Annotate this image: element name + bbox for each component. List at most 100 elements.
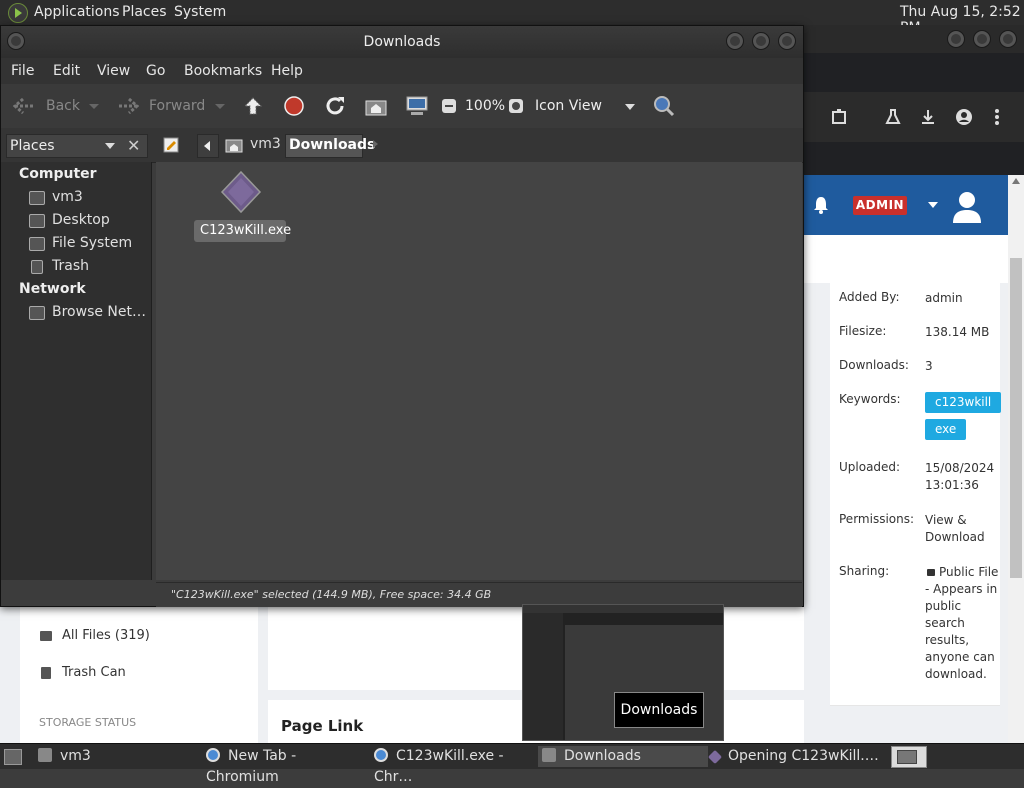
sidebar-card: All Files (319) Trash Can STORAGE STATUS (20, 605, 258, 745)
taskbar-item-label: Downloads (564, 748, 641, 764)
trash-icon (41, 667, 51, 679)
sidebar-heading-computer: Computer (19, 166, 97, 182)
labs-flask-icon[interactable] (884, 108, 902, 126)
up-arrow-icon[interactable] (243, 96, 263, 116)
places-sidebar: Computer vm3 Desktop File System Trash N… (1, 162, 152, 580)
scroll-up-icon[interactable] (1012, 178, 1020, 184)
info-row-uploaded: Uploaded: 15/08/2024 13:01:36 (830, 451, 1000, 504)
home-folder-icon (29, 191, 45, 205)
path-forward-icon[interactable] (373, 140, 378, 148)
admin-badge[interactable]: ADMIN (853, 196, 907, 215)
preview-tooltip: Downloads (614, 692, 704, 728)
path-segment-label: Downloads (289, 137, 376, 153)
sidebar-heading-network: Network (19, 281, 86, 297)
zoom-in-icon[interactable] (508, 98, 524, 114)
taskbar-item-vm3[interactable]: vm3 (38, 746, 198, 767)
exe-file-icon (707, 749, 723, 765)
sidebar-item-browse-network[interactable]: Browse Net… (29, 304, 147, 320)
download-icon[interactable] (919, 108, 937, 126)
applications-menu[interactable]: Applications (34, 4, 120, 20)
drive-icon (29, 237, 45, 251)
search-icon[interactable] (653, 95, 675, 117)
preview-sidebar (523, 613, 563, 740)
file-name: C123wKill.exe (200, 223, 292, 238)
forward-button[interactable]: Forward (113, 92, 228, 120)
preview-titlebar (523, 605, 723, 613)
minimize-icon[interactable] (726, 32, 744, 50)
home-folder-icon (225, 139, 243, 153)
sidebar-item-label: vm3 (52, 189, 83, 205)
info-label: Added By: (839, 290, 900, 304)
chevron-down-icon (625, 104, 635, 110)
sidebar-item-desktop[interactable]: Desktop (29, 212, 110, 228)
zoom-level: 100% (465, 98, 506, 114)
window-titlebar[interactable]: Downloads (1, 26, 803, 58)
more-menu-icon[interactable] (994, 108, 1000, 126)
stop-icon[interactable] (283, 95, 305, 117)
home-folder-icon[interactable] (365, 96, 387, 116)
maximize-icon[interactable] (973, 30, 991, 48)
menu-bookmarks[interactable]: Bookmarks (184, 63, 262, 79)
maximize-icon[interactable] (752, 32, 770, 50)
view-mode-select[interactable]: Icon View (531, 92, 641, 120)
toggle-location-entry-icon[interactable] (163, 137, 179, 153)
folder-icon (542, 748, 556, 762)
header-spacer (800, 235, 1008, 283)
reload-icon[interactable] (324, 95, 346, 117)
sidebar-mode-select[interactable]: Places ✕ (6, 134, 148, 158)
places-menu[interactable]: Places (122, 4, 167, 20)
home-folder-icon (38, 748, 52, 762)
taskbar-item-chromium-download[interactable]: C123wKill.exe - Chr… (374, 746, 534, 785)
scroll-thumb[interactable] (1010, 258, 1022, 578)
info-row-permissions: Permissions: View & Download (830, 503, 1000, 556)
info-row-filesize: Filesize: 138.14 MB (830, 315, 1000, 350)
path-segment-downloads[interactable]: Downloads (285, 134, 375, 158)
trash-icon (31, 260, 43, 274)
minimize-icon[interactable] (947, 30, 965, 48)
avatar[interactable] (951, 189, 983, 223)
zoom-out-icon[interactable] (441, 98, 457, 114)
menu-file[interactable]: File (11, 63, 34, 79)
chevron-down-icon[interactable] (928, 202, 938, 208)
info-row-sharing: Sharing: Public File - Appears in public… (830, 555, 1000, 706)
sidebar-item-label: File System (52, 235, 133, 251)
menu-go[interactable]: Go (146, 63, 165, 79)
sidebar-item-file-system[interactable]: File System (29, 235, 133, 251)
show-desktop-icon[interactable] (4, 749, 22, 765)
trash-can-link[interactable]: Trash Can (62, 665, 126, 680)
info-label: Keywords: (839, 392, 901, 406)
close-icon[interactable] (778, 32, 796, 50)
all-files-link[interactable]: All Files (319) (62, 628, 150, 643)
menu-help[interactable]: Help (271, 63, 303, 79)
system-menu[interactable]: System (174, 4, 226, 20)
back-label: Back (46, 98, 80, 114)
menu-edit[interactable]: Edit (53, 63, 80, 79)
distro-logo-icon[interactable] (8, 3, 28, 23)
path-segment-vm3[interactable]: vm3 (250, 136, 281, 152)
menubar: File Edit View Go Bookmarks Help (1, 58, 803, 84)
keyword-tag[interactable]: c123wkill (925, 392, 1002, 413)
keyword-tag[interactable]: exe (925, 419, 967, 440)
chevron-down-icon (105, 143, 115, 149)
taskbar-item-new-tab[interactable]: New Tab - Chromium (206, 746, 366, 785)
sidebar-item-label: Browse Net… (52, 304, 147, 320)
info-value: admin (925, 291, 963, 305)
close-icon[interactable] (999, 30, 1017, 48)
close-sidebar-icon[interactable]: ✕ (127, 136, 140, 155)
profile-icon[interactable] (955, 108, 973, 126)
sidebar-item-vm3[interactable]: vm3 (29, 189, 83, 205)
sharing-value: Public File - Appears in public search r… (925, 564, 1003, 683)
computer-icon[interactable] (405, 95, 429, 117)
taskbar-item-opening[interactable]: Opening C123wKill.… (707, 746, 885, 767)
sidebar-item-trash[interactable]: Trash (31, 258, 89, 274)
taskbar-item-downloads[interactable]: Downloads (538, 746, 708, 767)
sidebar-item-label: Trash (52, 258, 89, 274)
lock-icon (927, 569, 935, 576)
extensions-icon[interactable] (830, 108, 848, 126)
menu-view[interactable]: View (97, 63, 130, 79)
bell-icon[interactable] (812, 195, 830, 215)
info-row-downloads: Downloads: 3 (830, 349, 1000, 384)
workspace-switcher[interactable] (891, 746, 927, 768)
path-back-button[interactable] (197, 134, 219, 158)
back-button[interactable]: Back (9, 92, 104, 120)
